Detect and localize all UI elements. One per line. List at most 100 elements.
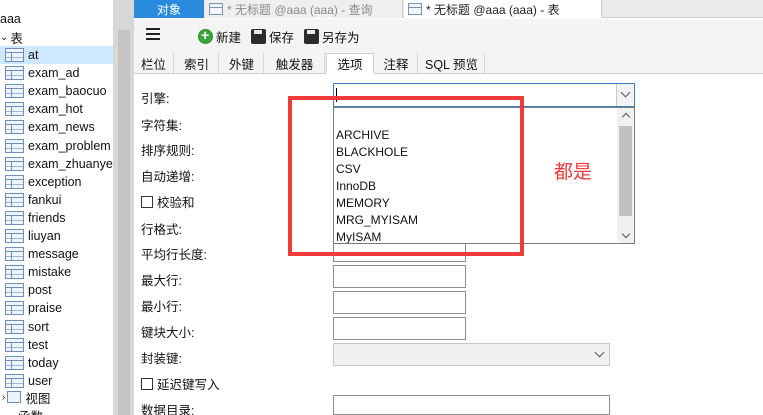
tree-table-item[interactable]: friends bbox=[0, 209, 66, 227]
tree-table-label: fankui bbox=[28, 193, 62, 207]
new-button[interactable]: 新建 bbox=[198, 26, 241, 46]
tab-options-label: 选项 bbox=[337, 58, 363, 72]
tree-table-label: exam_baocuo bbox=[28, 84, 107, 98]
tree-table-item[interactable]: exam_baocuo bbox=[0, 82, 107, 100]
saveas-button-label: 另存为 bbox=[322, 30, 360, 45]
dropdown-scrollbar-thumb[interactable] bbox=[619, 126, 632, 216]
collation-label: 排序规则: bbox=[141, 144, 195, 158]
delay-key-write-label: 延迟键写入 bbox=[157, 378, 220, 392]
tree-db-label: aaa bbox=[0, 12, 21, 26]
tree-table-item[interactable]: at bbox=[0, 46, 113, 64]
pack-keys-select[interactable] bbox=[333, 343, 610, 366]
scroll-down-icon[interactable] bbox=[621, 229, 631, 239]
save-icon bbox=[251, 28, 266, 44]
tab-options[interactable]: 选项 bbox=[326, 53, 374, 74]
tree-table-label: exam_ad bbox=[28, 66, 80, 80]
tree-table-item[interactable]: test bbox=[0, 336, 48, 354]
table-tab-icon bbox=[408, 3, 422, 15]
tree-functions-node[interactable]: 函数 bbox=[0, 406, 43, 415]
engine-select[interactable] bbox=[333, 83, 635, 107]
tree-table-label: friends bbox=[28, 211, 66, 225]
collapse-arrow-icon[interactable]: › bbox=[2, 392, 5, 403]
pack-keys-label: 封装键: bbox=[141, 352, 182, 366]
hamburger-icon[interactable] bbox=[146, 28, 160, 41]
tree-table-label: message bbox=[28, 247, 79, 261]
tab-comments-label: 注释 bbox=[383, 58, 409, 72]
engine-option[interactable]: ARCHIVE bbox=[336, 128, 389, 142]
table-icon bbox=[5, 66, 24, 80]
table-icon bbox=[5, 48, 24, 62]
tree-table-item[interactable]: exception bbox=[0, 173, 82, 191]
tree-table-item[interactable]: exam_zhuanye bbox=[0, 155, 113, 173]
tree-views-label: 视图 bbox=[25, 391, 51, 406]
view-icon bbox=[7, 391, 22, 403]
tree-table-item[interactable]: sort bbox=[0, 318, 49, 336]
row-format-label: 行格式: bbox=[141, 223, 182, 237]
tab-objects[interactable]: 对象 bbox=[134, 0, 204, 18]
engine-dropdown-button[interactable] bbox=[616, 84, 634, 106]
tab-indexes[interactable]: 索引 bbox=[175, 53, 219, 74]
tab-sql-preview[interactable]: SQL 预览 bbox=[419, 53, 485, 74]
data-directory-label: 数据目录: bbox=[141, 404, 195, 415]
engine-option[interactable]: MyISAM bbox=[336, 230, 381, 243]
tree-table-label: sort bbox=[28, 320, 49, 334]
tab-foreign-keys-label: 外键 bbox=[228, 58, 254, 72]
tree-table-item[interactable]: exam_hot bbox=[0, 100, 83, 118]
tab-indexes-label: 索引 bbox=[183, 58, 209, 72]
tree-table-item[interactable]: praise bbox=[0, 299, 62, 317]
tree-scrollbar-thumb[interactable] bbox=[118, 30, 130, 415]
checksum-row[interactable]: 校验和 bbox=[141, 192, 195, 211]
tab-query[interactable]: * 无标题 @aaa (aaa) - 查询 bbox=[205, 0, 403, 18]
charset-label: 字符集: bbox=[141, 119, 182, 133]
key-block-size-input[interactable] bbox=[333, 317, 466, 340]
tree-table-item[interactable]: liuyan bbox=[0, 227, 61, 245]
checksum-checkbox[interactable] bbox=[141, 195, 153, 208]
tree-table-item[interactable]: exam_ad bbox=[0, 64, 79, 82]
engine-label: 引擎: bbox=[141, 92, 170, 106]
expand-arrow-icon[interactable]: ⌄ bbox=[0, 32, 8, 43]
tab-objects-label: 对象 bbox=[156, 2, 181, 17]
tab-comments[interactable]: 注释 bbox=[375, 53, 418, 74]
tree-table-item[interactable]: exam_problem bbox=[0, 137, 111, 155]
data-directory-input[interactable] bbox=[333, 395, 610, 415]
delay-key-write-checkbox[interactable] bbox=[141, 377, 153, 390]
engine-option[interactable]: CSV bbox=[336, 162, 361, 176]
delay-key-write-row[interactable]: 延迟键写入 bbox=[141, 374, 220, 393]
table-icon bbox=[5, 175, 24, 189]
scroll-up-icon[interactable] bbox=[621, 112, 631, 122]
tree-table-item[interactable]: mistake bbox=[0, 263, 71, 281]
table-icon bbox=[5, 102, 24, 116]
tree-tables-node[interactable]: ⌄ 表 bbox=[0, 28, 23, 46]
tree-table-label: liuyan bbox=[28, 229, 61, 243]
dropdown-scrollbar-track[interactable] bbox=[617, 108, 634, 243]
tab-foreign-keys[interactable]: 外键 bbox=[220, 53, 264, 74]
save-button[interactable]: 保存 bbox=[251, 26, 294, 46]
tree-table-item[interactable]: post bbox=[0, 281, 52, 299]
engine-option[interactable]: MEMORY bbox=[336, 196, 390, 210]
min-rows-input[interactable] bbox=[333, 291, 466, 314]
table-icon bbox=[5, 211, 24, 225]
engine-option[interactable]: InnoDB bbox=[336, 179, 376, 193]
tree-db-node[interactable]: aaa bbox=[0, 10, 21, 28]
table-icon bbox=[5, 120, 24, 134]
tree-views-node[interactable]: › 视图 bbox=[0, 388, 50, 406]
designer-tabs: 栏位 索引 外键 触发器 选项 注释 SQL 预览 bbox=[134, 51, 763, 74]
tree-table-item[interactable]: message bbox=[0, 245, 79, 263]
engine-option[interactable]: BLACKHOLE bbox=[336, 145, 408, 159]
tree-table-item[interactable]: exam_news bbox=[0, 118, 95, 136]
avg-row-length-label: 平均行长度: bbox=[141, 248, 207, 262]
new-icon bbox=[198, 27, 213, 44]
tree-table-item[interactable]: fankui bbox=[0, 191, 61, 209]
tree-table-item[interactable]: today bbox=[0, 354, 59, 372]
saveas-button[interactable]: 另存为 bbox=[304, 26, 360, 46]
tab-table[interactable]: * 无标题 @aaa (aaa) - 表 bbox=[404, 0, 602, 18]
max-rows-input[interactable] bbox=[333, 265, 466, 288]
engine-option[interactable]: MRG_MYISAM bbox=[336, 213, 418, 227]
tab-triggers[interactable]: 触发器 bbox=[265, 53, 325, 74]
table-icon bbox=[5, 193, 24, 207]
checksum-label: 校验和 bbox=[157, 196, 195, 210]
tab-fields-label: 栏位 bbox=[140, 58, 166, 72]
tree-table-label: exam_hot bbox=[28, 102, 83, 116]
tab-fields[interactable]: 栏位 bbox=[134, 53, 174, 74]
table-icon bbox=[5, 320, 24, 334]
